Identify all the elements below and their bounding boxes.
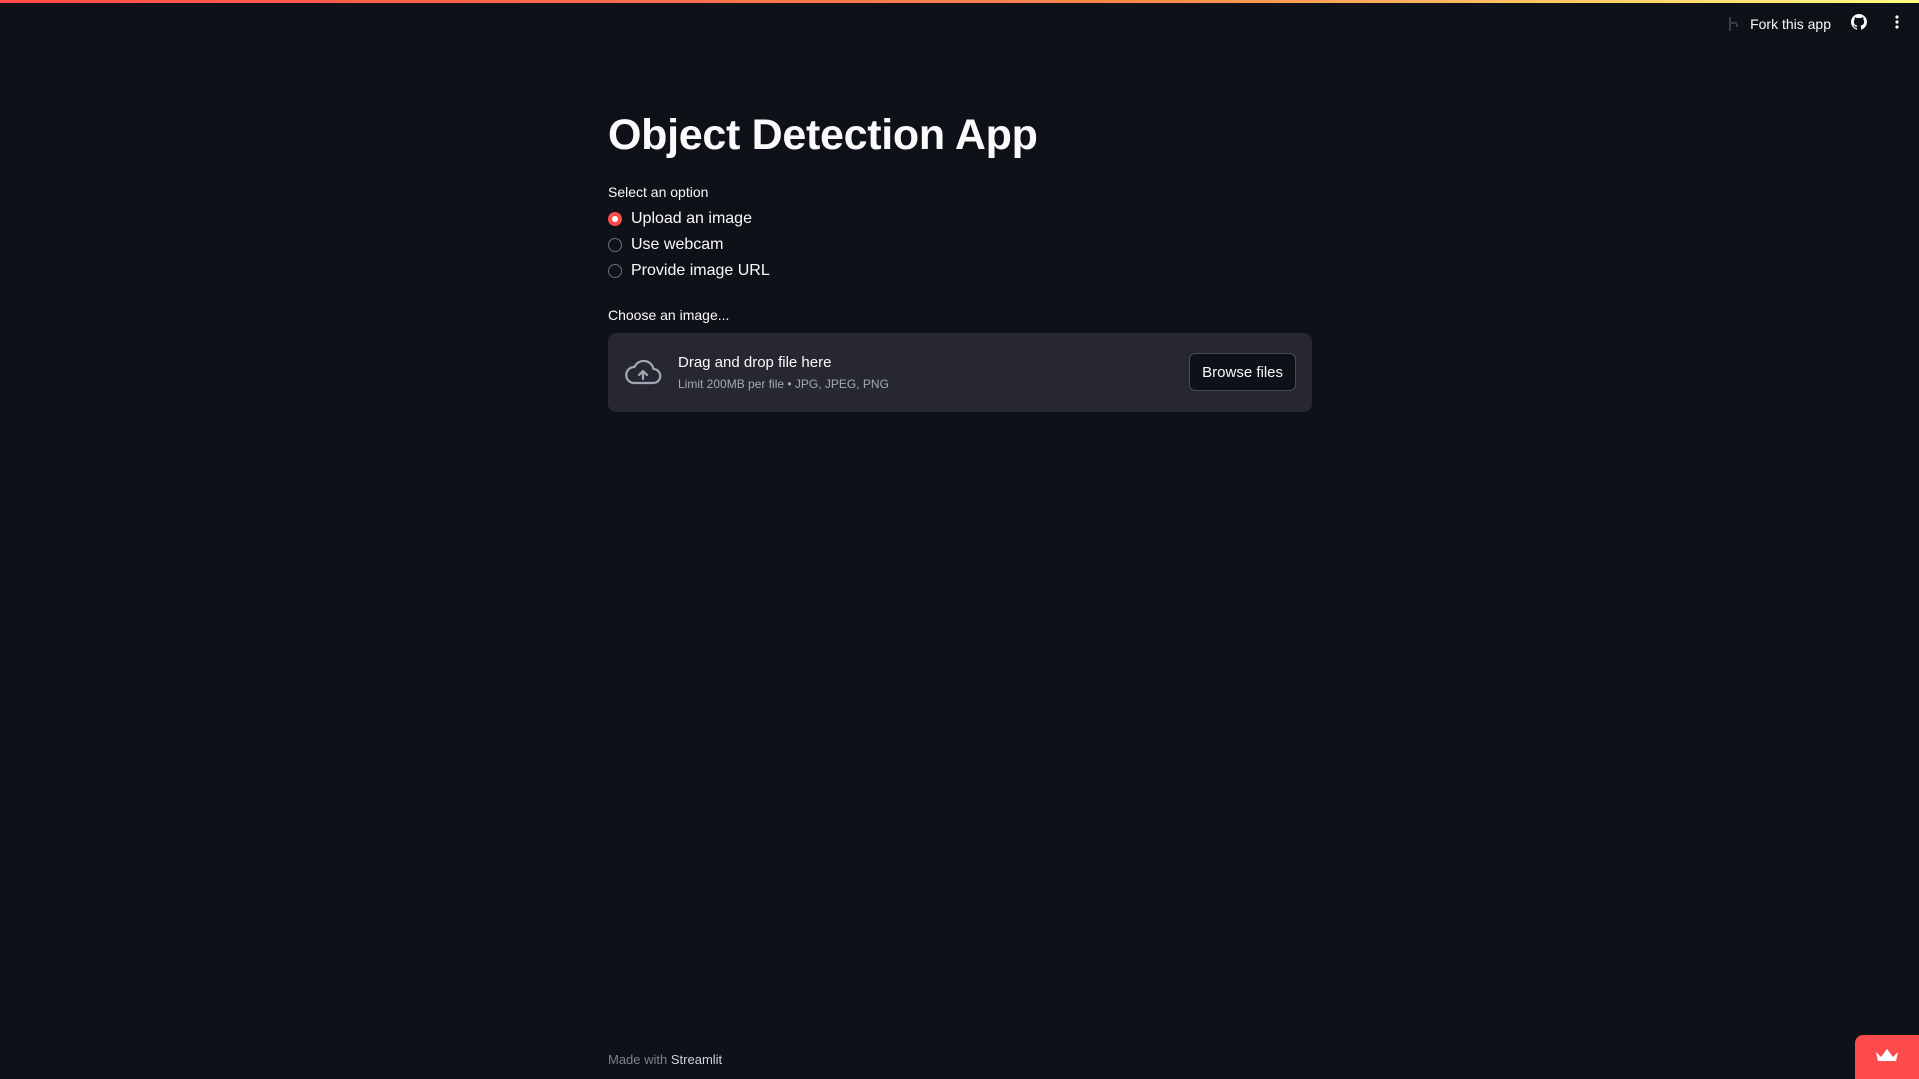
fork-icon	[1728, 17, 1740, 31]
dropzone-limit: Limit 200MB per file • JPG, JPEG, PNG	[678, 376, 889, 391]
option-radio-group: Upload an image Use webcam Provide image…	[608, 210, 1312, 281]
toolbar: Fork this app	[1728, 13, 1907, 35]
browse-files-button[interactable]: Browse files	[1189, 353, 1296, 392]
main-content: Object Detection App Select an option Up…	[608, 110, 1312, 412]
footer-prefix: Made with	[608, 1052, 668, 1067]
radio-option-label: Upload an image	[631, 210, 752, 228]
radio-group-label: Select an option	[608, 183, 709, 200]
radio-option-label: Provide image URL	[631, 262, 770, 280]
kebab-menu-icon	[1895, 14, 1899, 34]
radio-option-label: Use webcam	[631, 236, 724, 254]
footer: Made with Streamlit	[608, 1052, 722, 1067]
radio-checked-icon	[608, 212, 622, 227]
radio-unchecked-icon	[608, 238, 622, 253]
app-root: Fork this app Object Detection App Selec…	[0, 0, 1919, 1079]
file-uploader-label: Choose an image...	[608, 306, 730, 323]
fork-label: Fork this app	[1750, 16, 1831, 32]
github-icon	[1851, 13, 1867, 35]
dropzone-text: Drag and drop file here Limit 200MB per …	[678, 354, 1189, 391]
radio-option-url[interactable]: Provide image URL	[608, 262, 1312, 281]
fork-app-button[interactable]: Fork this app	[1728, 16, 1831, 32]
streamlit-badge[interactable]	[1855, 1035, 1919, 1079]
main-menu-button[interactable]	[1887, 14, 1907, 34]
streamlit-link[interactable]: Streamlit	[671, 1052, 722, 1067]
radio-option-webcam[interactable]: Use webcam	[608, 236, 1312, 255]
page-title: Object Detection App	[608, 111, 1038, 159]
github-button[interactable]	[1849, 13, 1869, 35]
cloud-upload-icon	[624, 357, 662, 387]
top-decoration-bar	[0, 0, 1919, 3]
dropzone-instructions: Drag and drop file here	[678, 353, 832, 371]
file-dropzone[interactable]: Drag and drop file here Limit 200MB per …	[608, 332, 1312, 412]
crown-icon	[1874, 1046, 1900, 1069]
radio-unchecked-icon	[608, 264, 622, 279]
radio-option-upload[interactable]: Upload an image	[608, 210, 1312, 229]
